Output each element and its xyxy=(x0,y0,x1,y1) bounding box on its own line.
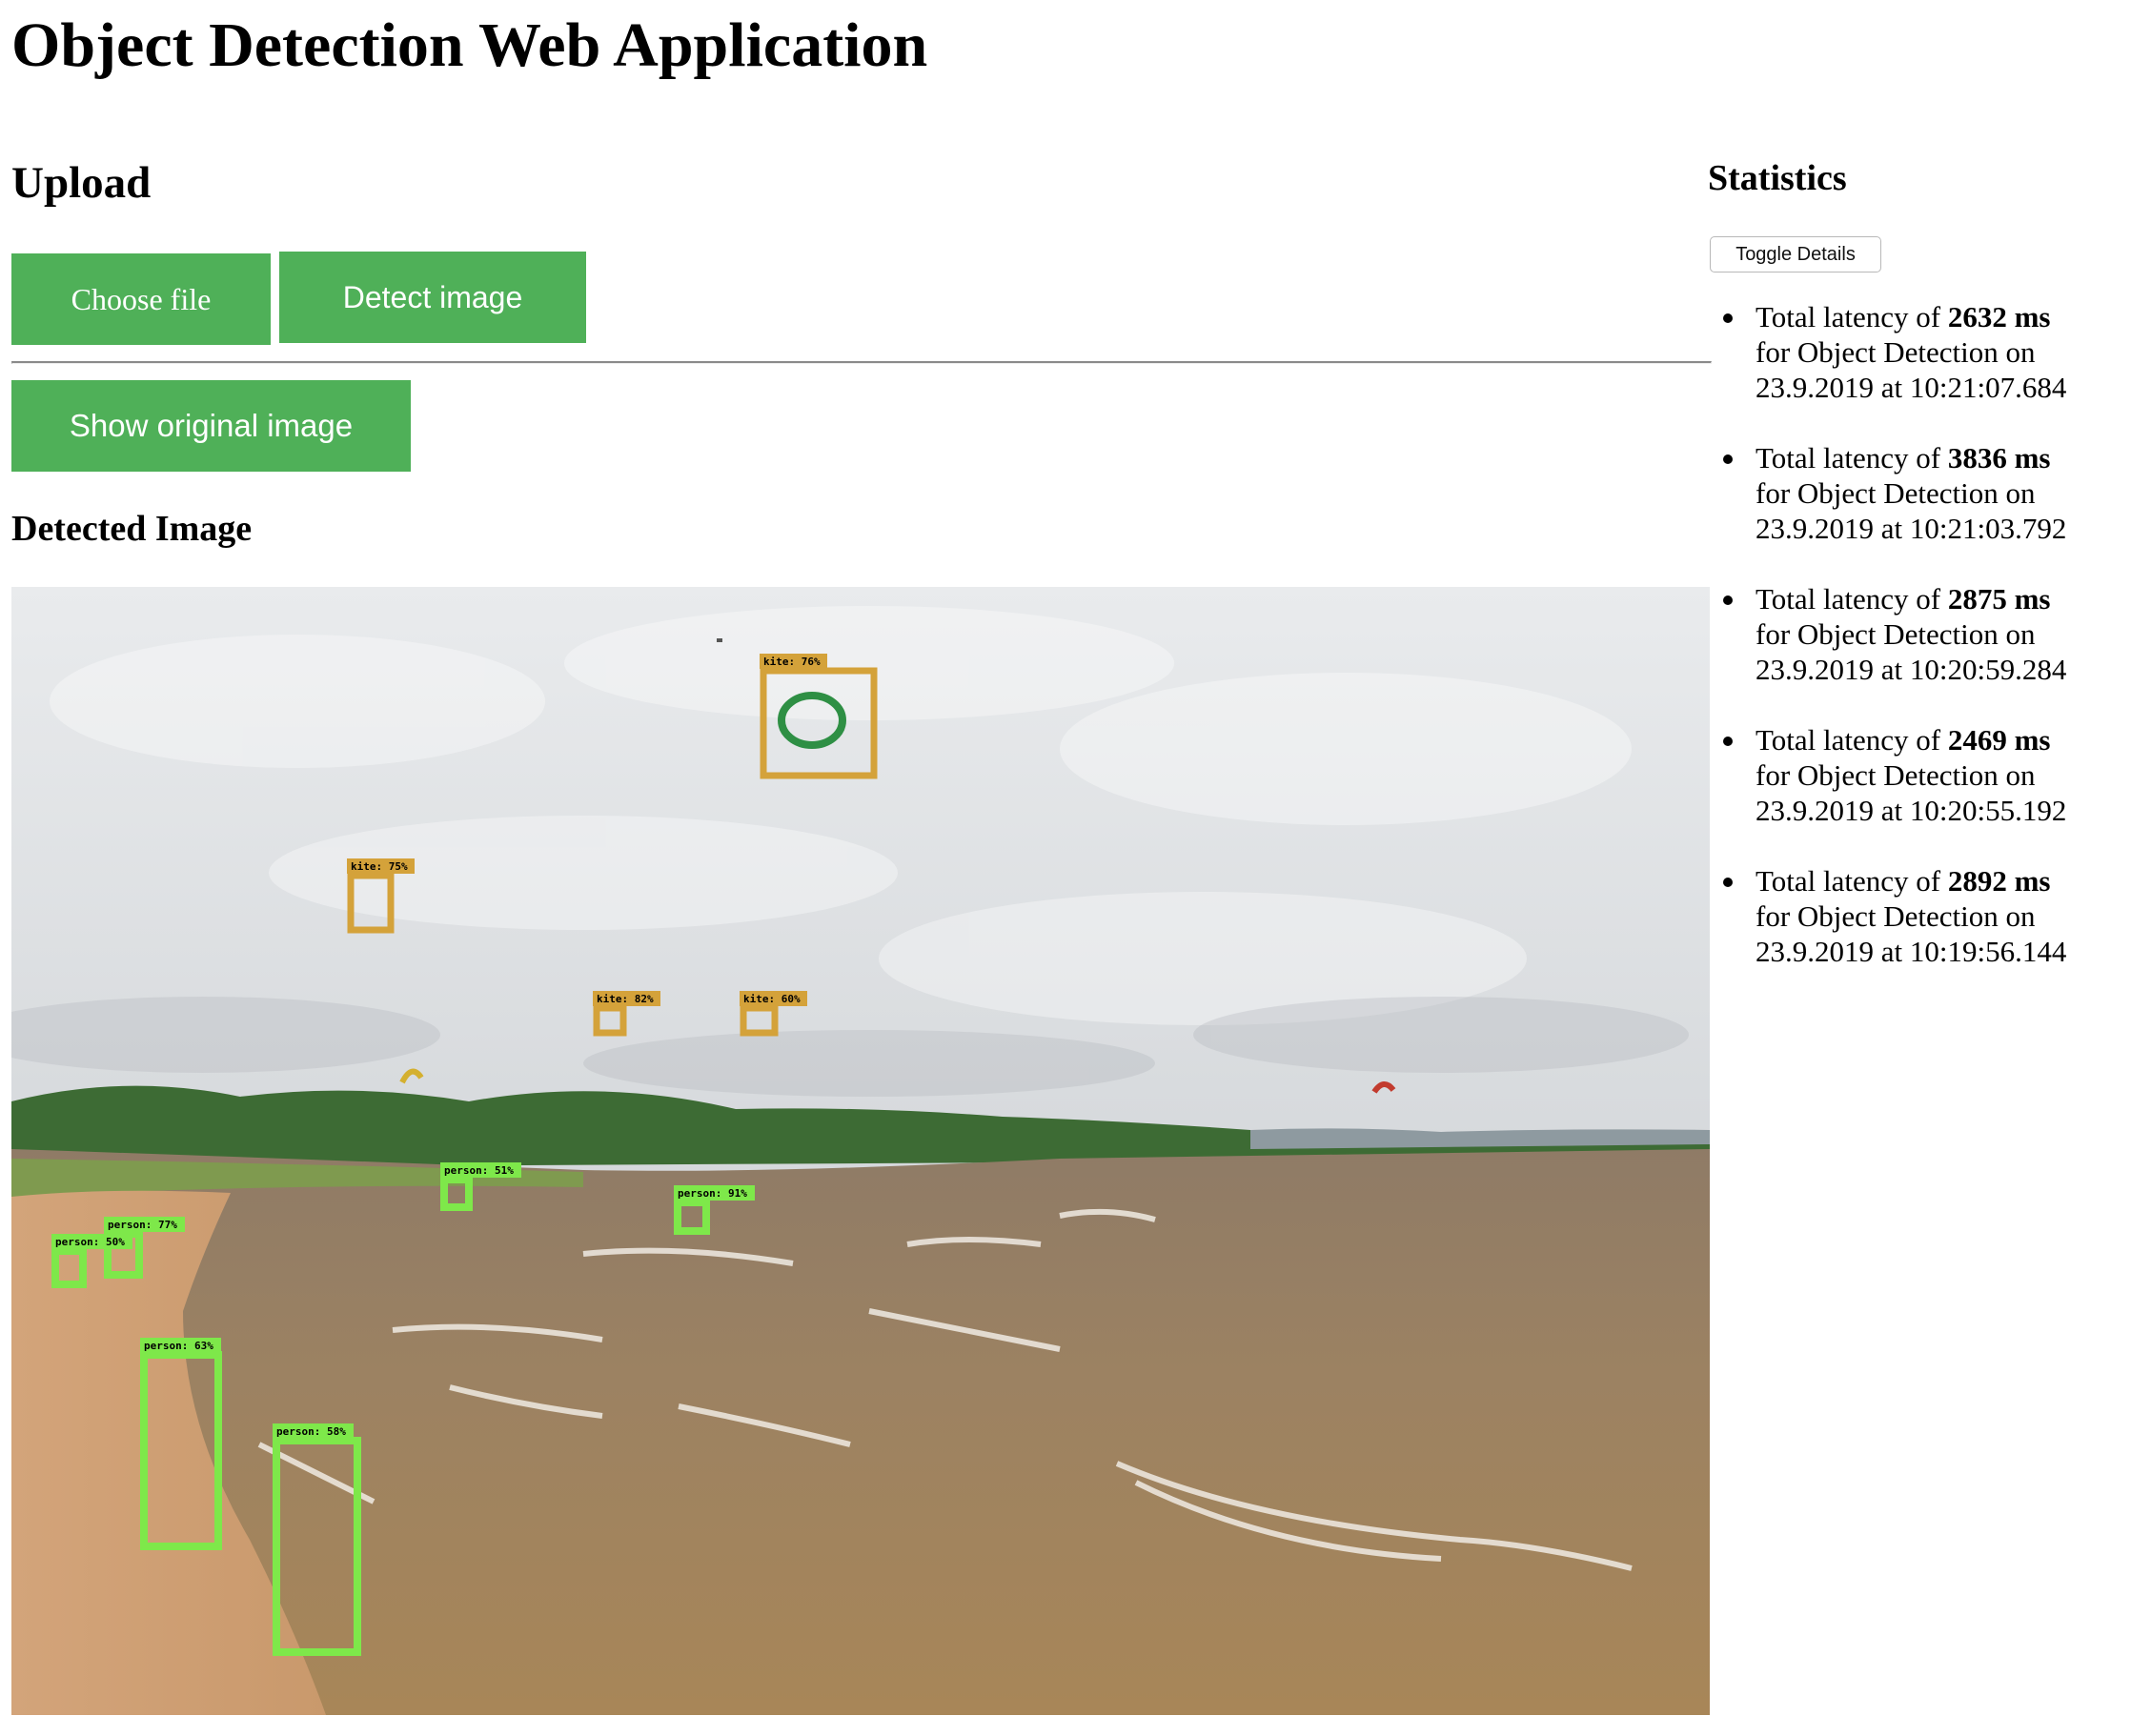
statistics-item: Total latency of 2632 ms for Object Dete… xyxy=(1723,299,2131,405)
show-original-image-button[interactable]: Show original image xyxy=(11,380,411,472)
statistics-item: Total latency of 2892 ms for Object Dete… xyxy=(1723,863,2131,969)
toggle-details-button[interactable]: Toggle Details xyxy=(1710,236,1881,273)
latency-prefix: Total latency of xyxy=(1756,582,1948,616)
latency-value: 2632 ms xyxy=(1947,300,2051,333)
latency-value: 2875 ms xyxy=(1947,582,2051,616)
detection-label: person: 63% xyxy=(144,1340,213,1352)
bullet-icon xyxy=(1723,595,1733,605)
page-title: Object Detection Web Application xyxy=(11,10,928,80)
latency-suffix: for Object Detection on xyxy=(1756,335,2036,369)
latency-suffix: for Object Detection on xyxy=(1756,758,2036,792)
statistics-item: Total latency of 2875 ms for Object Dete… xyxy=(1723,581,2131,687)
latency-prefix: Total latency of xyxy=(1756,723,1948,757)
latency-timestamp: 23.9.2019 at 10:20:59.284 xyxy=(1756,653,2067,686)
latency-value: 3836 ms xyxy=(1947,441,2051,474)
detection-label: person: 51% xyxy=(444,1164,514,1177)
statistics-item: Total latency of 2469 ms for Object Dete… xyxy=(1723,722,2131,828)
statistics-list: Total latency of 2632 ms for Object Dete… xyxy=(1723,299,2131,1004)
latency-timestamp: 23.9.2019 at 10:20:55.192 xyxy=(1756,794,2067,827)
latency-prefix: Total latency of xyxy=(1756,300,1948,333)
choose-file-button[interactable]: Choose file xyxy=(11,253,271,345)
detection-label: person: 50% xyxy=(55,1236,125,1248)
statistics-item: Total latency of 3836 ms for Object Dete… xyxy=(1723,440,2131,546)
detected-image-title: Detected Image xyxy=(11,509,253,549)
detection-label: kite: 75% xyxy=(351,860,408,873)
detection-label: person: 91% xyxy=(678,1187,747,1200)
latency-timestamp: 23.9.2019 at 10:19:56.144 xyxy=(1756,935,2067,968)
detect-image-button[interactable]: Detect image xyxy=(279,252,586,343)
latency-timestamp: 23.9.2019 at 10:21:07.684 xyxy=(1756,371,2067,404)
bullet-icon xyxy=(1723,313,1733,323)
latency-value: 2892 ms xyxy=(1947,864,2051,898)
upload-section-title: Upload xyxy=(11,158,152,208)
bullet-icon xyxy=(1723,737,1733,746)
divider xyxy=(11,361,1712,364)
latency-suffix: for Object Detection on xyxy=(1756,899,2036,933)
detected-image: kite: 76% kite: 75% kite: 82% kite: 60% pers… xyxy=(11,587,1710,1715)
detection-label: kite: 82% xyxy=(597,993,654,1005)
detection-label: person: 58% xyxy=(276,1425,346,1438)
latency-timestamp: 23.9.2019 at 10:21:03.792 xyxy=(1756,512,2067,545)
latency-prefix: Total latency of xyxy=(1756,441,1948,474)
detection-label: person: 77% xyxy=(108,1219,177,1231)
statistics-title: Statistics xyxy=(1708,158,1847,198)
latency-value: 2469 ms xyxy=(1947,723,2051,757)
latency-prefix: Total latency of xyxy=(1756,864,1948,898)
bullet-icon xyxy=(1723,878,1733,887)
detection-label: kite: 76% xyxy=(763,656,821,668)
latency-suffix: for Object Detection on xyxy=(1756,476,2036,510)
bullet-icon xyxy=(1723,454,1733,464)
detection-label: kite: 60% xyxy=(743,993,801,1005)
latency-suffix: for Object Detection on xyxy=(1756,617,2036,651)
